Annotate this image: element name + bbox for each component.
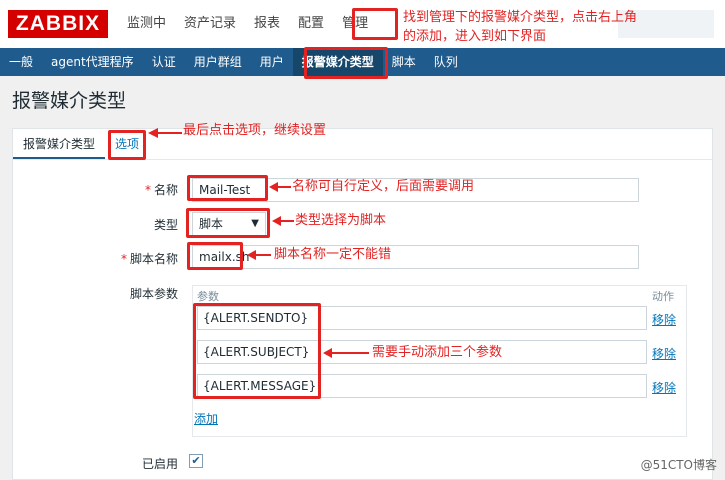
add-param-link[interactable]: 添加 — [194, 410, 218, 427]
annotation-box-type — [186, 208, 270, 238]
annotation-arrow-name — [269, 182, 291, 192]
params-column-param: 参数 — [197, 290, 219, 303]
name-label-text: 名称 — [153, 183, 178, 197]
annotation-arrow-options — [148, 128, 182, 138]
check-icon: ✔ — [191, 454, 201, 467]
menu-monitoring[interactable]: 监测中 — [118, 0, 175, 48]
annotation-type: 类型选择为脚本 — [295, 213, 387, 228]
params-column-action: 动作 — [652, 290, 674, 303]
annotation-administration: 找到管理下的报警媒介类型，点击右上角 — [403, 10, 638, 25]
submenu-authentication[interactable]: 认证 — [143, 48, 185, 76]
script-params-label: 脚本参数 — [129, 287, 178, 301]
script-name-label-text: 脚本名称 — [129, 252, 178, 266]
annotation-params: 需要手动添加三个参数 — [372, 345, 503, 360]
annotation-arrow-params — [323, 348, 369, 358]
annotation-box-options — [108, 130, 146, 160]
remove-param-3[interactable]: 移除 — [652, 379, 676, 396]
enabled-label: 已启用 — [141, 457, 178, 471]
required-marker: * — [120, 252, 127, 266]
annotation-box-params — [193, 303, 321, 399]
submenu-proxies[interactable]: agent代理程序 — [42, 48, 143, 76]
zabbix-logo[interactable]: ZABBIX — [8, 10, 108, 38]
menu-reports[interactable]: 报表 — [245, 0, 289, 48]
annotation-box-script-name — [187, 242, 243, 270]
page-title: 报警媒介类型 — [12, 90, 127, 112]
annotation-options: 最后点击选项，继续设置 — [183, 123, 327, 138]
submenu-scripts[interactable]: 脚本 — [383, 48, 425, 76]
main-menu: 监测中 资产记录 报表 配置 管理 — [118, 0, 377, 48]
annotation-box-media-types — [304, 47, 388, 79]
menu-inventory[interactable]: 资产记录 — [175, 0, 245, 48]
annotation-administration-2: 的添加，进入到如下界面 — [403, 29, 547, 44]
annotation-script: 脚本名称一定不能错 — [274, 247, 392, 262]
submenu-users[interactable]: 用户 — [251, 48, 293, 76]
enabled-checkbox[interactable]: ✔ — [189, 454, 203, 468]
submenu-user-groups[interactable]: 用户群组 — [185, 48, 251, 76]
remove-param-2[interactable]: 移除 — [652, 345, 676, 362]
submenu-general[interactable]: 一般 — [0, 48, 42, 76]
annotation-arrow-script — [247, 250, 271, 260]
script-name-label: * 脚本名称 — [18, 250, 178, 267]
annotation-box-name — [187, 175, 268, 201]
name-label: * 名称 — [18, 181, 178, 198]
menu-configuration[interactable]: 配置 — [289, 0, 333, 48]
watermark: @51CTO博客 — [640, 458, 717, 472]
required-marker: * — [144, 183, 151, 197]
submenu-queue[interactable]: 队列 — [425, 48, 467, 76]
annotation-arrow-type — [272, 216, 294, 226]
annotation-box-administration — [352, 8, 398, 40]
tab-media-type[interactable]: 报警媒介类型 — [13, 129, 106, 159]
type-label: 类型 — [153, 218, 178, 232]
remove-param-1[interactable]: 移除 — [652, 311, 676, 328]
annotation-name: 名称可自行定义，后面需要调用 — [292, 179, 475, 194]
